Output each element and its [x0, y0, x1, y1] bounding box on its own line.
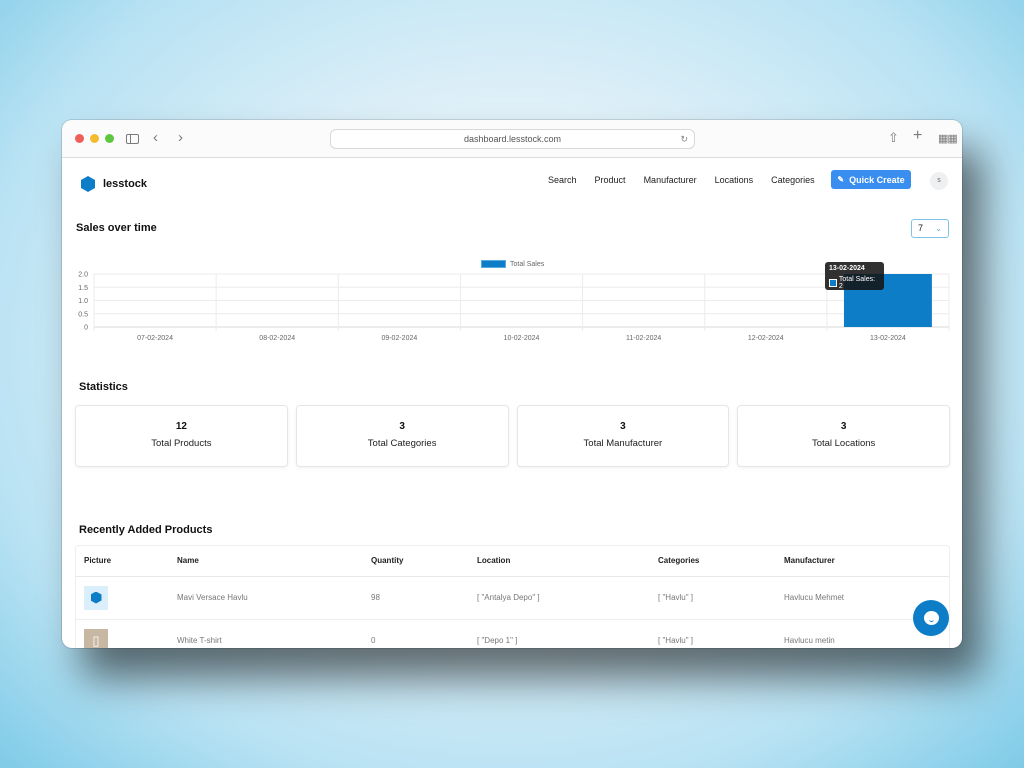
browser-window: ‹ › dashboard.lesstock.com ↻ ⇧ + ▦▦ less…	[62, 120, 962, 648]
stat-card-products: 12 Total Products	[75, 405, 288, 467]
column-header-categories: Categories	[650, 546, 776, 577]
page-content: lesstock Search Product Manufacturer Loc…	[62, 158, 962, 648]
x-tick-label: 07-02-2024	[137, 335, 173, 342]
nav-link-product[interactable]: Product	[586, 174, 635, 186]
x-tick-label: 08-02-2024	[259, 335, 295, 342]
hexagon-logo-icon	[90, 591, 102, 604]
product-name: White T-shirt	[169, 619, 363, 648]
nav-link-categories[interactable]: Categories	[762, 174, 824, 186]
stats-row: 12 Total Products 3 Total Categories 3 T…	[75, 405, 950, 467]
product-image	[84, 585, 108, 610]
table-row[interactable]: ▯ White T-shirt 0 [ "Depo 1" ] [ "Havlu"…	[76, 619, 949, 648]
user-avatar[interactable]: s	[930, 172, 948, 190]
chart-tooltip: 13-02-2024 Total Sales: 2	[825, 262, 884, 290]
app-logo[interactable]: lesstock	[81, 176, 147, 192]
product-categories: [ "Havlu" ]	[650, 576, 776, 620]
new-tab-icon[interactable]: +	[913, 128, 922, 144]
y-tick-label: 0.5	[78, 311, 88, 318]
column-header-quantity: Quantity	[363, 546, 469, 577]
stat-value: 3	[840, 421, 847, 432]
top-navbar: lesstock Search Product Manufacturer Loc…	[62, 158, 962, 208]
y-tick-label: 2.0	[78, 272, 88, 279]
minimize-window-button[interactable]	[90, 134, 99, 143]
quick-create-button[interactable]: ✎ Quick Create	[831, 170, 911, 189]
tooltip-label: Total Sales: 2	[838, 276, 876, 290]
hexagon-logo-icon	[81, 176, 95, 192]
chevron-down-icon: ⌄	[935, 224, 942, 233]
range-select-value: 7	[918, 223, 924, 233]
nav-links: Search Product Manufacturer Locations Ca…	[548, 174, 824, 186]
chat-icon	[923, 611, 939, 625]
browser-toolbar: ‹ › dashboard.lesstock.com ↻ ⇧ + ▦▦	[62, 120, 962, 158]
chat-button[interactable]	[913, 600, 949, 636]
product-quantity: 0	[363, 619, 469, 648]
legend-swatch	[481, 260, 506, 268]
product-categories: [ "Havlu" ]	[650, 619, 776, 648]
stat-label: Total Products	[151, 438, 212, 449]
x-tick-label: 10-02-2024	[504, 335, 540, 342]
table-header-row: Picture Name Quantity Location Categorie…	[76, 546, 949, 577]
x-tick-label: 12-02-2024	[748, 335, 784, 342]
table-row[interactable]: Mavi Versace Havlu 98 [ "Antalya Depo" ]…	[76, 576, 949, 620]
sidebar-icon[interactable]	[126, 134, 139, 144]
stat-label: Total Manufacturer	[583, 438, 663, 449]
nav-link-search[interactable]: Search	[548, 174, 586, 186]
maximize-window-button[interactable]	[105, 134, 114, 143]
chart-svg: 0 0.5 1.0 1.5 2.0 07-02-2024 08-02-2024 09-02-2…	[78, 272, 950, 342]
x-tick-label: 09-02-2024	[381, 335, 417, 342]
recent-products-title: Recently Added Products	[79, 524, 213, 536]
product-name: Mavi Versace Havlu	[169, 576, 363, 620]
edit-icon: ✎	[837, 175, 845, 184]
y-tick-label: 1.0	[78, 298, 88, 305]
sales-chart: Total Sales 0 0.5 1.0 1.5 2.0 07-02-2024 08-02…	[72, 254, 952, 348]
quick-create-label: Quick Create	[849, 174, 905, 185]
nav-link-locations[interactable]: Locations	[706, 174, 763, 186]
legend-label: Total Sales	[510, 260, 545, 268]
product-location: [ "Antalya Depo" ]	[469, 576, 650, 620]
product-quantity: 98	[363, 576, 469, 620]
x-tick-label: 11-02-2024	[626, 335, 661, 342]
stat-value: 3	[399, 421, 405, 432]
share-icon[interactable]: ⇧	[888, 131, 899, 145]
app-name: lesstock	[103, 178, 148, 190]
y-tick-label: 0	[84, 325, 88, 332]
close-window-button[interactable]	[75, 134, 84, 143]
x-tick-label: 13-02-2024	[870, 335, 906, 342]
tshirt-icon: ▯	[92, 632, 100, 648]
window-controls	[75, 134, 114, 143]
forward-icon[interactable]: ›	[178, 130, 183, 145]
stat-card-manufacturer: 3 Total Manufacturer	[516, 405, 730, 467]
stat-value: 3	[620, 421, 626, 432]
stat-label: Total Categories	[367, 438, 437, 449]
range-select[interactable]: 7 ⌄	[911, 219, 949, 238]
column-header-picture: Picture	[76, 546, 169, 577]
y-tick-label: 1.5	[78, 285, 88, 292]
column-header-name: Name	[169, 546, 363, 577]
address-bar[interactable]: dashboard.lesstock.com ↻	[330, 129, 695, 149]
column-header-manufacturer: Manufacturer	[776, 546, 949, 577]
stat-label: Total Locations	[811, 438, 876, 449]
stat-card-locations: 3 Total Locations	[737, 405, 950, 467]
sales-title: Sales over time	[76, 222, 157, 234]
nav-link-manufacturer[interactable]: Manufacturer	[635, 174, 706, 186]
url-text: dashboard.lesstock.com	[463, 134, 562, 144]
tooltip-swatch	[829, 279, 837, 287]
stat-card-categories: 3 Total Categories	[295, 405, 509, 467]
reload-icon[interactable]: ↻	[680, 130, 688, 148]
recent-products-table: Picture Name Quantity Location Categorie…	[75, 545, 950, 648]
tab-overview-icon[interactable]: ▦▦	[938, 132, 958, 146]
statistics-title: Statistics	[79, 381, 128, 393]
stat-value: 12	[175, 421, 187, 432]
product-image: ▯	[84, 628, 108, 648]
product-location: [ "Depo 1" ]	[469, 619, 650, 648]
column-header-location: Location	[469, 546, 650, 577]
chart-legend[interactable]: Total Sales	[481, 260, 544, 268]
back-icon[interactable]: ‹	[153, 130, 158, 145]
tooltip-title: 13-02-2024	[829, 265, 865, 272]
